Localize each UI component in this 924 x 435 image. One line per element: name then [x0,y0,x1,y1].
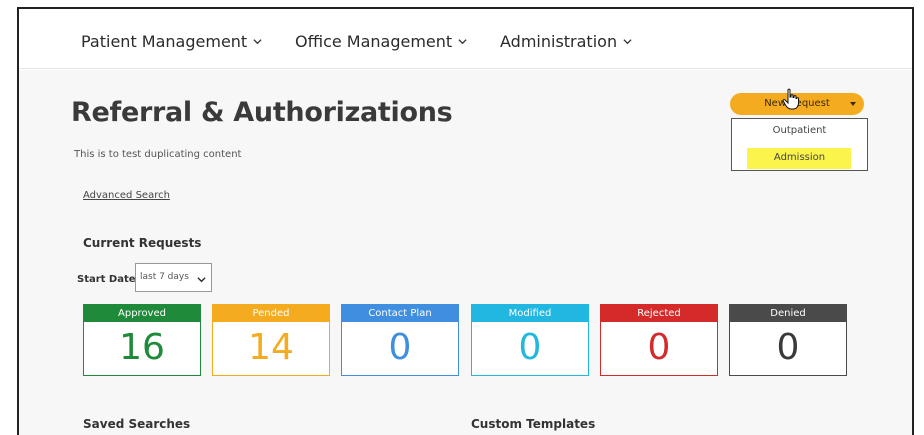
status-card-rejected[interactable]: Rejected 0 [600,304,718,376]
dropdown-item-admission[interactable]: Admission [732,152,867,163]
card-label: Rejected [601,305,717,322]
page-description: This is to test duplicating content [74,149,242,160]
hand-pointer-icon [782,88,799,110]
card-label: Pended [213,305,329,322]
chevron-down-icon [253,39,262,45]
current-requests-title: Current Requests [83,236,202,250]
new-request-dropdown: Outpatient Admission [731,118,868,171]
chevron-down-icon [623,39,632,45]
status-card-pended[interactable]: Pended 14 [212,304,330,376]
dropdown-item-outpatient[interactable]: Outpatient [732,125,867,136]
nav-label: Patient Management [81,32,248,51]
chevron-down-icon [197,277,206,283]
card-label: Contact Plan [342,305,458,322]
start-date-select[interactable]: last 7 days [135,263,212,292]
card-count: 14 [248,327,294,368]
saved-searches-title: Saved Searches [83,417,191,431]
top-navbar: Patient Management Office Management Adm… [19,9,912,69]
start-date-label: Start Date [77,274,136,285]
nav-label: Office Management [295,32,453,51]
status-card-contact-plan[interactable]: Contact Plan 0 [341,304,459,376]
status-card-modified[interactable]: Modified 0 [471,304,589,376]
nav-office-management[interactable]: Office Management [295,32,467,51]
card-label: Approved [84,305,200,322]
card-count: 0 [647,327,671,368]
start-date-value: last 7 days [140,272,189,282]
caret-down-icon [850,102,856,106]
page-title: Referral & Authorizations [71,97,453,128]
nav-administration[interactable]: Administration [500,32,632,51]
advanced-search-link[interactable]: Advanced Search [83,190,170,201]
card-count: 16 [119,327,165,368]
status-card-denied[interactable]: Denied 0 [729,304,847,376]
card-count: 0 [388,327,412,368]
card-count: 0 [776,327,800,368]
chevron-down-icon [458,39,467,45]
card-label: Denied [730,305,846,322]
card-label: Modified [472,305,588,322]
custom-templates-title: Custom Templates [471,417,596,431]
status-card-approved[interactable]: Approved 16 [83,304,201,376]
nav-patient-management[interactable]: Patient Management [81,32,262,51]
main-content: Referral & Authorizations This is to tes… [19,70,912,435]
app-window: Patient Management Office Management Adm… [17,7,914,435]
nav-label: Administration [500,32,618,51]
card-count: 0 [518,327,542,368]
